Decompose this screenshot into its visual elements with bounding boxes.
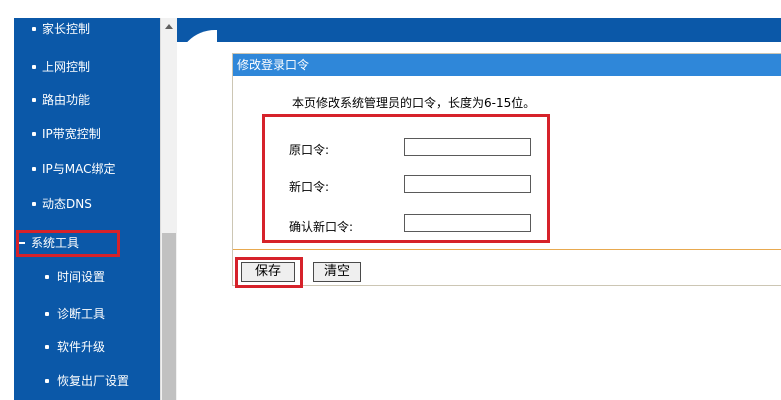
sidebar-item-label: 家长控制: [42, 22, 91, 36]
sidebar-item-ip-bandwidth[interactable]: IP带宽控制: [14, 123, 160, 145]
sidebar-item-factory-reset[interactable]: 恢复出厂设置: [14, 370, 160, 392]
sidebar-item-dynamic-dns[interactable]: 动态DNS: [14, 193, 160, 215]
bullet-icon: [32, 98, 36, 102]
sidebar-item-label: 恢复出厂设置: [57, 374, 130, 388]
sidebar-item-label: 软件升级: [57, 340, 106, 354]
sidebar-item-label: 诊断工具: [57, 307, 106, 321]
scrollbar-thumb[interactable]: [162, 233, 176, 400]
bullet-icon: [45, 379, 49, 383]
scroll-up-arrow-icon[interactable]: [161, 18, 177, 36]
bullet-icon: [32, 132, 36, 136]
sidebar-item-label: IP与MAC绑定: [42, 162, 116, 176]
sidebar-item-label: 时间设置: [57, 270, 106, 284]
sidebar-item-diagnostics[interactable]: 诊断工具: [14, 303, 160, 325]
bullet-icon: [32, 167, 36, 171]
bullet-icon: [45, 345, 49, 349]
sidebar-item-label: IP带宽控制: [42, 127, 101, 141]
bullet-icon: [32, 65, 36, 69]
sidebar-item-label: 上网控制: [42, 60, 91, 74]
bullet-icon: [45, 312, 49, 316]
sidebar-item-time-settings[interactable]: 时间设置: [14, 266, 160, 288]
clear-button[interactable]: 清空: [313, 262, 361, 282]
bullet-icon: [32, 202, 36, 206]
sidebar-item-ip-mac-binding[interactable]: IP与MAC绑定: [14, 158, 160, 180]
panel-divider: [233, 249, 781, 250]
sidebar-item-parental-control[interactable]: 家长控制: [14, 18, 160, 40]
password-fields-highlight-box: [262, 114, 550, 243]
sidebar-nav: 家长控制 上网控制 路由功能 IP带宽控制 IP与MAC绑定 动态DNS 系统工…: [14, 18, 160, 400]
sidebar-item-internet-control[interactable]: 上网控制: [14, 56, 160, 78]
sidebar-item-label: 路由功能: [42, 93, 91, 107]
content-top-bar: [177, 18, 781, 42]
bullet-icon: [32, 27, 36, 31]
sidebar-item-routing[interactable]: 路由功能: [14, 89, 160, 111]
sidebar-item-label: 动态DNS: [42, 197, 92, 211]
panel-description: 本页修改系统管理员的口令，长度为6-15位。: [292, 96, 536, 110]
system-tools-highlight-box: [16, 230, 120, 257]
save-button-highlight-box: [235, 257, 303, 288]
bullet-icon: [45, 275, 49, 279]
sidebar-scrollbar[interactable]: [160, 18, 177, 400]
sidebar-item-firmware-upgrade[interactable]: 软件升级: [14, 336, 160, 358]
panel-title: 修改登录口令: [233, 54, 781, 76]
